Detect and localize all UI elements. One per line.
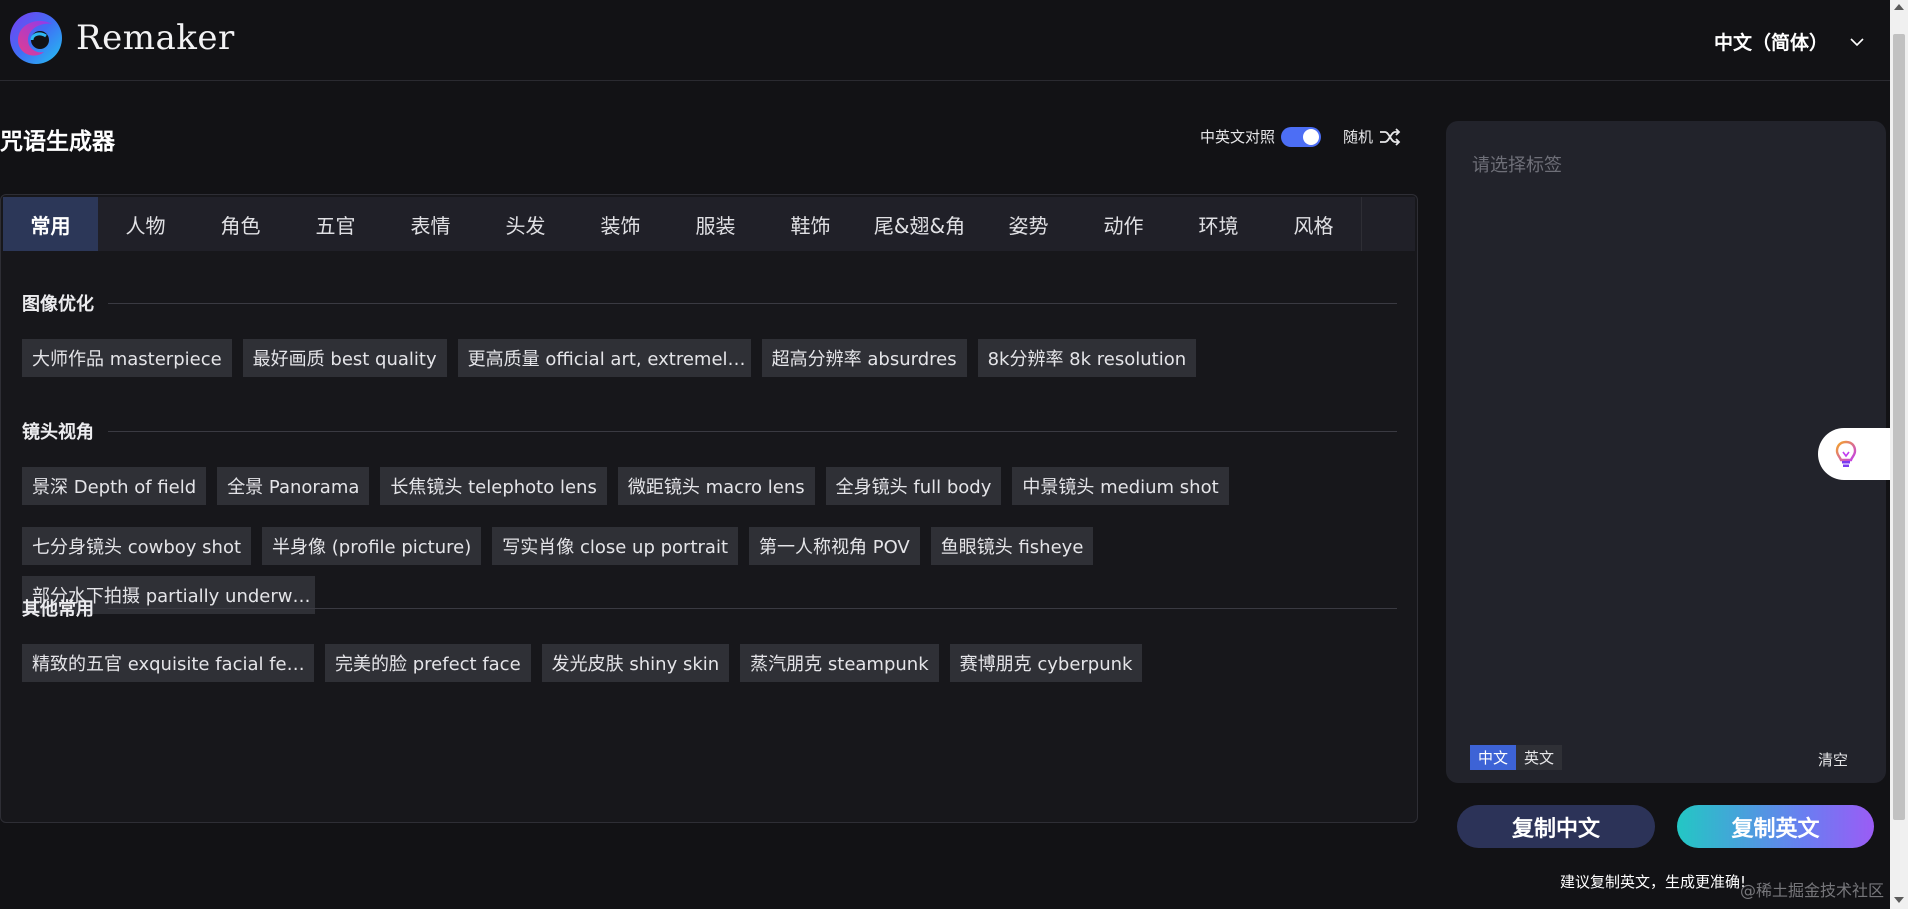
lang-tab-cn[interactable]: 中文 bbox=[1470, 745, 1517, 770]
scrollbar-thumb[interactable] bbox=[1893, 34, 1905, 820]
tag-chip[interactable]: 更高质量 official art, extremel… bbox=[457, 339, 751, 377]
section-title: 图像优化 bbox=[22, 294, 94, 315]
tab-expression[interactable]: 表情 bbox=[383, 197, 478, 251]
tab-pose[interactable]: 姿势 bbox=[981, 197, 1076, 251]
watermark: @稀土掘金技术社区 bbox=[1740, 881, 1885, 900]
page-scrollbar[interactable] bbox=[1890, 0, 1908, 909]
section-divider bbox=[108, 607, 1397, 609]
tag-chip[interactable]: 长焦镜头 telephoto lens bbox=[380, 467, 607, 505]
random-label[interactable]: 随机 bbox=[1343, 126, 1373, 147]
tag-chip[interactable]: 最好画质 best quality bbox=[242, 339, 447, 377]
section-divider bbox=[108, 430, 1397, 432]
chevron-down-icon bbox=[1850, 37, 1864, 46]
tab-facial-features[interactable]: 五官 bbox=[288, 197, 383, 251]
tag-chip[interactable]: 全景 Panorama bbox=[217, 467, 370, 505]
lightbulb-icon bbox=[1835, 440, 1857, 467]
section-camera-angle: 镜头视角 景深 Depth of field 全景 Panorama 长焦镜头 … bbox=[22, 419, 1397, 614]
section-image-optimization: 图像优化 大师作品 masterpiece 最好画质 best quality … bbox=[22, 291, 1397, 377]
tag-chip[interactable]: 全身镜头 full body bbox=[825, 467, 1002, 505]
tag-chip[interactable]: 发光皮肤 shiny skin bbox=[541, 644, 730, 682]
tag-chip[interactable]: 景深 Depth of field bbox=[22, 467, 207, 505]
copy-chinese-button[interactable]: 复制中文 bbox=[1457, 805, 1655, 848]
tag-chip[interactable]: 写实肖像 close up portrait bbox=[492, 527, 738, 565]
tab-style[interactable]: 风格 bbox=[1266, 197, 1361, 251]
output-language-tabs: 中文 英文 bbox=[1470, 745, 1563, 770]
tabs-spacer bbox=[1361, 197, 1415, 251]
copy-english-button[interactable]: 复制英文 bbox=[1677, 805, 1874, 848]
tab-hair[interactable]: 头发 bbox=[478, 197, 573, 251]
language-selector[interactable]: 中文（简体） bbox=[1714, 28, 1864, 55]
idea-float-button[interactable] bbox=[1818, 428, 1890, 480]
tag-chip[interactable]: 大师作品 masterpiece bbox=[22, 339, 232, 377]
tab-accessories[interactable]: 装饰 bbox=[573, 197, 668, 251]
generator-tools: 中英文对照 随机 bbox=[1200, 126, 1401, 147]
tag-chip[interactable]: 8k分辨率 8k resolution bbox=[977, 339, 1197, 377]
tag-chip[interactable]: 超高分辨率 absurdres bbox=[761, 339, 967, 377]
section-divider bbox=[108, 302, 1397, 304]
tag-chip[interactable]: 七分身镜头 cowboy shot bbox=[22, 527, 252, 565]
tab-environment[interactable]: 环境 bbox=[1171, 197, 1266, 251]
brand-name[interactable]: Remaker bbox=[76, 18, 235, 58]
tag-chip[interactable]: 第一人称视角 POV bbox=[749, 527, 920, 565]
language-label: 中文（简体） bbox=[1713, 32, 1828, 54]
tab-role[interactable]: 角色 bbox=[193, 197, 288, 251]
lang-tab-en[interactable]: 英文 bbox=[1516, 745, 1563, 770]
page-title: 咒语生成器 bbox=[0, 129, 115, 155]
copy-tip: 建议复制英文，生成更准确! bbox=[1560, 873, 1747, 891]
tab-person[interactable]: 人物 bbox=[98, 197, 193, 251]
remaker-logo-icon[interactable] bbox=[8, 10, 64, 66]
tab-clothing[interactable]: 服装 bbox=[668, 197, 763, 251]
bilingual-label: 中英文对照 bbox=[1200, 128, 1276, 146]
section-title: 镜头视角 bbox=[22, 422, 94, 443]
tag-chip[interactable]: 蒸汽朋克 steampunk bbox=[740, 644, 939, 682]
tag-chip[interactable]: 微距镜头 macro lens bbox=[617, 467, 815, 505]
category-tabs: 常用 人物 角色 五官 表情 头发 装饰 服装 鞋饰 尾&翅&角 姿势 动作 环… bbox=[3, 197, 1415, 251]
tab-action[interactable]: 动作 bbox=[1076, 197, 1171, 251]
tag-chip[interactable]: 中景镜头 medium shot bbox=[1012, 467, 1229, 505]
tag-chip[interactable]: 鱼眼镜头 fisheye bbox=[930, 527, 1094, 565]
scroll-down-icon[interactable] bbox=[1894, 897, 1904, 903]
tag-chip[interactable]: 赛博朋克 cyberpunk bbox=[949, 644, 1143, 682]
tab-tail-wings-horns[interactable]: 尾&翅&角 bbox=[858, 197, 981, 251]
tag-chip[interactable]: 半身像 (profile picture) bbox=[262, 527, 482, 565]
tab-shoes[interactable]: 鞋饰 bbox=[763, 197, 858, 251]
section-title: 其他常用 bbox=[22, 599, 94, 620]
section-other-common: 其他常用 精致的五官 exquisite facial fe… 完美的脸 pre… bbox=[22, 596, 1397, 682]
bilingual-toggle[interactable] bbox=[1281, 126, 1322, 147]
clear-button[interactable]: 清空 bbox=[1818, 749, 1848, 770]
shuffle-icon[interactable] bbox=[1379, 127, 1401, 146]
tab-common[interactable]: 常用 bbox=[3, 197, 98, 251]
tag-chip[interactable]: 精致的五官 exquisite facial fe… bbox=[22, 644, 314, 682]
tag-chip[interactable]: 完美的脸 prefect face bbox=[325, 644, 531, 682]
top-bar: Remaker 中文（简体） bbox=[0, 0, 1890, 81]
editor-placeholder: 请选择标签 bbox=[1472, 155, 1562, 176]
scroll-up-icon[interactable] bbox=[1894, 4, 1904, 10]
tag-panel: 常用 人物 角色 五官 表情 头发 装饰 服装 鞋饰 尾&翅&角 姿势 动作 环… bbox=[0, 194, 1418, 823]
